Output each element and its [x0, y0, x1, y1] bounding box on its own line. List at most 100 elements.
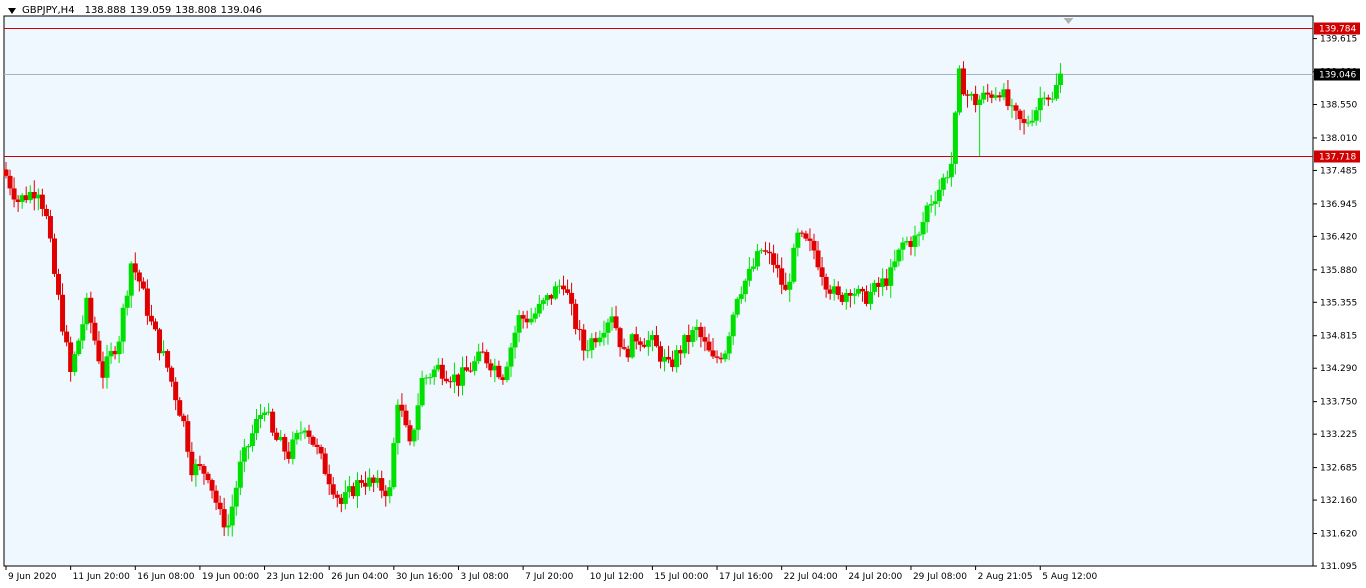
- candle-body: [960, 68, 966, 95]
- candle-body: [791, 247, 797, 282]
- candle-body: [144, 288, 150, 316]
- candle-body: [253, 418, 259, 434]
- candle-body: [3, 169, 9, 176]
- candle-body: [310, 436, 316, 445]
- chart-svg[interactable]: 139.615139.080138.550138.010137.485136.9…: [0, 0, 1366, 588]
- candle-body: [621, 347, 627, 349]
- candle-body: [928, 204, 934, 206]
- x-tick-label: 3 Jul 08:00: [460, 572, 509, 582]
- candle-body: [403, 410, 409, 426]
- candle-body: [39, 194, 45, 209]
- candle-body: [43, 208, 49, 217]
- y-tick-label: 131.095: [1320, 562, 1357, 572]
- candle-body: [1005, 89, 1011, 106]
- candle-body: [399, 404, 405, 411]
- candle-body: [334, 494, 340, 498]
- candle-body: [835, 286, 841, 295]
- candle-body: [294, 433, 300, 440]
- candle-body: [948, 163, 954, 178]
- y-tick-label: 135.880: [1320, 266, 1357, 276]
- candle-body: [787, 281, 793, 290]
- candle-body: [322, 453, 328, 474]
- candle-body: [1013, 105, 1019, 111]
- candle-body: [520, 315, 526, 319]
- candle-body: [157, 329, 163, 354]
- candle-body: [540, 300, 546, 304]
- y-tick-label: 137.485: [1320, 166, 1357, 176]
- close-value: 139.046: [220, 5, 263, 16]
- candle-body: [181, 415, 187, 422]
- candle-body: [427, 377, 433, 379]
- candle-body: [76, 340, 82, 355]
- candle-body: [807, 238, 813, 241]
- x-tick-label: 16 Jun 08:00: [137, 572, 194, 582]
- candle-body: [169, 367, 175, 382]
- candle-body: [734, 298, 740, 315]
- candle-body: [298, 432, 304, 434]
- candle-body: [439, 364, 445, 379]
- chart-area[interactable]: 139.615139.080138.550138.010137.485136.9…: [0, 0, 1366, 588]
- candle-body: [666, 356, 672, 360]
- x-tick-label: 26 Jun 04:00: [331, 572, 388, 582]
- x-tick-label: 23 Jun 12:00: [267, 572, 324, 582]
- x-tick-label: 17 Jul 16:00: [719, 572, 773, 582]
- y-tick-label: 136.945: [1320, 200, 1357, 210]
- candle-body: [1017, 110, 1023, 120]
- candle-body: [165, 351, 171, 368]
- y-tick-label: 135.355: [1320, 298, 1357, 308]
- candle-body: [326, 473, 332, 485]
- candle-body: [387, 487, 393, 497]
- candle-body: [233, 487, 239, 507]
- open-value: 138.888: [84, 5, 126, 16]
- candle-body: [892, 261, 898, 268]
- chart-header: GBPJPY,H4 138.888 139.059 138.808 139.04…: [8, 5, 262, 16]
- y-tick-label: 134.815: [1320, 332, 1357, 342]
- candle-body: [213, 490, 219, 503]
- candle: [734, 296, 740, 318]
- candle-body: [290, 439, 296, 459]
- candle-body: [581, 329, 587, 351]
- x-tick-label: 15 Jul 00:00: [654, 572, 708, 582]
- candle-body: [754, 251, 760, 267]
- candle-body: [726, 336, 732, 354]
- candle-body: [552, 286, 558, 299]
- candle-body: [601, 332, 607, 338]
- candle-body: [56, 273, 62, 295]
- dropdown-arrow-icon[interactable]: [8, 7, 16, 14]
- candle-body: [132, 263, 138, 273]
- candle-body: [484, 352, 490, 364]
- candle-body: [924, 205, 930, 223]
- candle-body: [47, 216, 53, 239]
- candle-body: [415, 405, 421, 430]
- candle-body: [569, 292, 575, 304]
- candle-body: [173, 381, 179, 401]
- candle-body: [262, 412, 268, 416]
- candle-body: [775, 264, 781, 269]
- candle-body: [237, 461, 243, 488]
- candle-body: [270, 411, 276, 433]
- x-tick-label: 2 Aug 21:05: [978, 572, 1033, 582]
- candle: [391, 437, 397, 490]
- candle-body: [504, 366, 510, 380]
- candle-body: [763, 250, 769, 252]
- y-tick-label: 132.160: [1320, 496, 1357, 506]
- candle-body: [617, 328, 623, 348]
- candle-body: [952, 112, 958, 164]
- candle-body: [136, 272, 142, 282]
- candle-body: [318, 446, 324, 454]
- candle-body: [464, 367, 470, 371]
- candle-body: [342, 492, 348, 504]
- candle-body: [1021, 119, 1027, 124]
- candle: [76, 338, 82, 356]
- candle-body: [597, 337, 603, 343]
- candle-body: [201, 465, 207, 474]
- candle-body: [932, 201, 938, 205]
- candle-body: [64, 331, 70, 343]
- candle-body: [419, 378, 425, 406]
- y-tick-label: 133.225: [1320, 430, 1357, 440]
- candle-body: [249, 433, 255, 447]
- candle-body: [225, 525, 231, 528]
- candle-body: [795, 232, 801, 248]
- candle-body: [1025, 122, 1031, 124]
- candle-body: [771, 253, 777, 265]
